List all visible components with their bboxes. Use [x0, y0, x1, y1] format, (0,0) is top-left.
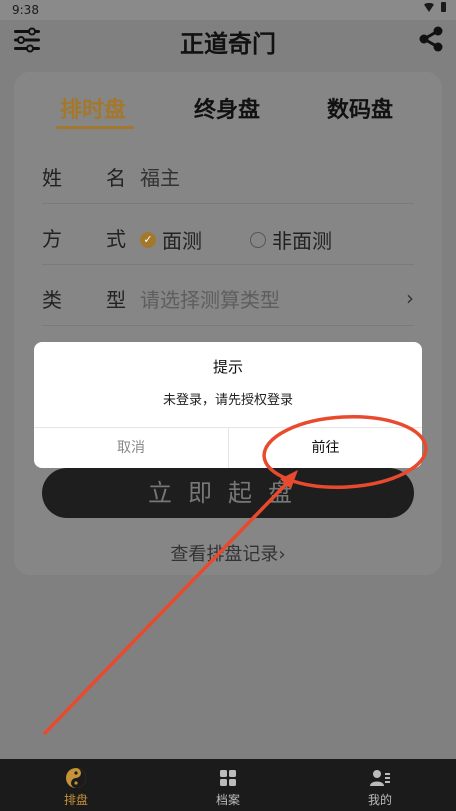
- method-label-2: 式: [106, 227, 126, 251]
- name-label-1: 姓: [42, 166, 62, 190]
- radio-in-person[interactable]: ✓ 面测: [140, 225, 202, 254]
- form-card: 排时盘 终身盘 数码盘 姓 名 福主 方 式 ✓ 面测 非面测 类 型 请选择测…: [14, 72, 442, 575]
- type-placeholder: 请选择测算类型: [140, 288, 280, 312]
- wifi-icon: [423, 2, 435, 12]
- method-label-1: 方: [42, 227, 62, 251]
- check-icon: ✓: [140, 231, 156, 248]
- tabbar-item-chart[interactable]: 排盘: [36, 759, 116, 811]
- type-row[interactable]: 类 型 请选择测算类型 ›: [42, 266, 414, 326]
- page-title: 正道奇门: [180, 30, 276, 58]
- name-label-2: 名: [106, 166, 126, 190]
- status-icons: [423, 2, 446, 12]
- method-row: 方 式 ✓ 面测 非面测: [42, 205, 414, 265]
- battery-icon: [441, 2, 446, 12]
- tabbar-label-archive: 档案: [215, 793, 240, 807]
- type-label-1: 类: [42, 288, 62, 312]
- login-prompt-dialog: 提示 未登录，请先授权登录 取消 前往: [34, 342, 422, 468]
- app-header: 正道奇门: [0, 20, 456, 62]
- tabbar-item-archive[interactable]: 档案: [188, 759, 268, 811]
- share-icon[interactable]: [416, 24, 446, 54]
- radio-empty-icon: [250, 231, 266, 248]
- tab-number-chart[interactable]: 数码盘: [327, 92, 393, 124]
- tab-lifetime-chart[interactable]: 终身盘: [194, 92, 260, 124]
- chart-type-tabs: 排时盘 终身盘 数码盘: [14, 92, 442, 136]
- dialog-confirm-button[interactable]: 前往: [229, 428, 422, 468]
- name-row[interactable]: 姓 名 福主: [42, 144, 414, 204]
- view-history-link[interactable]: 查看排盘记录›: [14, 540, 442, 566]
- active-tab-indicator: [56, 126, 134, 129]
- tabbar-label-me: 我的: [367, 793, 392, 807]
- status-bar: 9:38: [0, 0, 456, 20]
- type-label-2: 型: [106, 288, 126, 312]
- chevron-right-icon: ›: [406, 286, 414, 310]
- dialog-message: 未登录，请先授权登录: [162, 393, 293, 408]
- name-value[interactable]: 福主: [140, 162, 180, 191]
- grid-icon: [220, 770, 236, 786]
- user-icon: [370, 770, 390, 786]
- start-chart-button[interactable]: 立即起盘: [42, 468, 414, 518]
- tabbar-item-me[interactable]: 我的: [340, 759, 420, 811]
- tabbar-label-chart: 排盘: [63, 793, 88, 807]
- tab-hour-chart[interactable]: 排时盘: [60, 92, 126, 124]
- dialog-cancel-button[interactable]: 取消: [34, 428, 228, 468]
- bottom-tab-bar: 排盘 档案 我的: [0, 759, 456, 811]
- radio-remote-label: 非面测: [272, 229, 332, 253]
- yin-yang-icon: [66, 768, 86, 788]
- status-time: 9:38: [12, 3, 39, 17]
- radio-remote[interactable]: 非面测: [250, 225, 332, 254]
- dialog-title: 提示: [212, 358, 243, 376]
- radio-in-person-label: 面测: [162, 229, 202, 253]
